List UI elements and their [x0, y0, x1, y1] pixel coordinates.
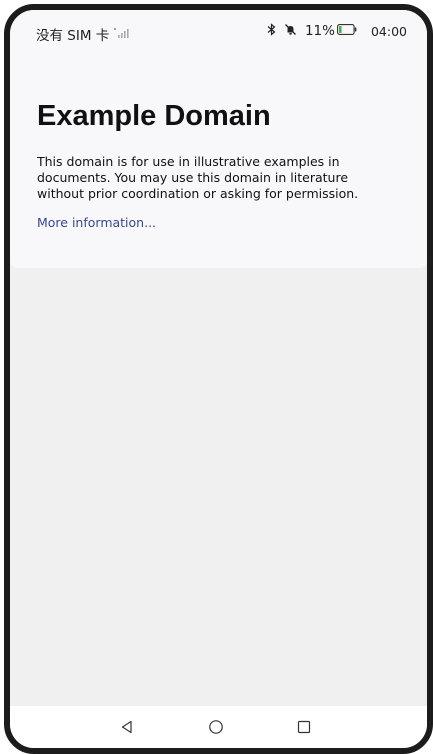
navigation-bar: [10, 706, 427, 748]
battery-icon: [337, 23, 357, 39]
carrier-label: 没有 SIM 卡: [36, 28, 110, 44]
phone-frame: 没有 SIM 卡 11% 04:00 Example Domain This d…: [4, 4, 433, 754]
back-icon[interactable]: [118, 718, 136, 736]
status-indicators: 11% 04:00: [267, 22, 407, 40]
bluetooth-icon: [267, 22, 276, 40]
page-description: This domain is for use in illustrative e…: [37, 154, 359, 201]
web-content: Example Domain This domain is for use in…: [10, 58, 427, 268]
battery-percent: 11%: [304, 23, 335, 39]
recents-icon[interactable]: [295, 718, 313, 736]
more-information-link[interactable]: More information...: [37, 215, 156, 230]
clock: 04:00: [370, 23, 407, 39]
status-bar: 没有 SIM 卡 11% 04:00: [10, 10, 427, 58]
home-icon[interactable]: [207, 718, 225, 736]
signal-icon: [113, 24, 135, 38]
mute-icon: [284, 23, 297, 40]
page-title: Example Domain: [37, 100, 271, 132]
